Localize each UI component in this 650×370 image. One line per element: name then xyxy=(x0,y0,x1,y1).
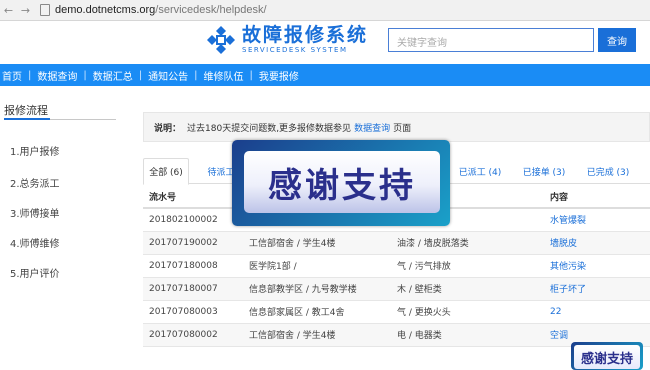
main-nav: 首页 | 数据查询 | 数据汇总 | 通知公告 | 维修队伍 | 我要报修 xyxy=(0,64,650,86)
cell-category: 气 / 更换火头 xyxy=(391,300,544,324)
search-input[interactable]: 关键字查询 xyxy=(388,28,594,52)
thanks-banner-text: 感谢支持 xyxy=(244,151,440,213)
cell-category: 木 / 壁柜类 xyxy=(391,277,544,301)
cell-content-link[interactable]: 22 xyxy=(544,300,650,324)
sidebar-step: 1.用户报修 xyxy=(10,147,60,158)
cell-category: 油漆 / 墙皮脱落类 xyxy=(391,231,544,255)
back-arrow-icon[interactable]: ← xyxy=(4,4,13,17)
nav-separator: | xyxy=(138,69,143,81)
thanks-banner: 感谢支持 xyxy=(232,140,450,226)
table-row[interactable]: 201707190002 工信部宿舍 / 学生4楼 油漆 / 墙皮脱落类 墙脱皮 xyxy=(143,231,650,255)
nav-item-notices[interactable]: 通知公告 xyxy=(146,68,190,83)
col-header-serial: 流水号 xyxy=(143,185,243,209)
browser-address-bar: ← → demo.dotnetcms.org/servicedesk/helpd… xyxy=(0,0,650,21)
cell-content-link[interactable]: 墙脱皮 xyxy=(544,231,650,255)
forward-arrow-icon[interactable]: → xyxy=(21,4,30,17)
sidebar-step: 3.师傅接单 xyxy=(10,209,60,220)
browser-nav-buttons: ← → xyxy=(0,4,34,17)
site-header: 故障报修系统 SERVICEDESK SYSTEM 关键字查询 查询 xyxy=(0,21,650,64)
cell-serial: 201802100002 xyxy=(143,208,243,232)
cell-location: 工信部宿舍 / 学生4楼 xyxy=(243,323,391,347)
thanks-badge-text: 感谢支持 xyxy=(574,345,640,369)
process-sidebar: 报修流程 1.用户报修 2.总务派工 3.师傅接单 4.师傅维修 5.用户评价 xyxy=(0,86,120,370)
cell-serial: 201707180008 xyxy=(143,254,243,278)
cell-serial: 201707190002 xyxy=(143,231,243,255)
url-field[interactable]: demo.dotnetcms.org/servicedesk/helpdesk/ xyxy=(40,2,267,18)
cell-serial: 201707080003 xyxy=(143,300,243,324)
nav-separator: | xyxy=(249,69,253,81)
site-logo[interactable]: 故障报修系统 SERVICEDESK SYSTEM xyxy=(206,25,368,55)
notice-data-query-link[interactable]: 数据查询 xyxy=(354,121,390,134)
nav-separator: | xyxy=(28,69,32,81)
cell-content-link[interactable]: 柜子坏了 xyxy=(544,277,650,301)
table-row[interactable]: 201707080003 信息部家属区 / 教工4舍 气 / 更换火头 22 xyxy=(143,300,650,324)
tab-dispatched[interactable]: 已派工 (4) xyxy=(455,158,505,184)
cell-location: 工信部宿舍 / 学生4楼 xyxy=(243,231,391,255)
notice-text: 过去180天提交问题数,更多报修数据参见 xyxy=(187,123,352,134)
cell-location: 信息部家属区 / 教工4舍 xyxy=(243,300,391,324)
sidebar-step: 5.用户评价 xyxy=(10,269,60,280)
thanks-badge[interactable]: 感谢支持 xyxy=(571,342,643,370)
nav-separator: | xyxy=(194,69,198,81)
url-path: /servicedesk/helpdesk/ xyxy=(155,4,267,16)
table-row[interactable]: 201707180008 医学院1部 / 气 / 污气排放 其他污染 xyxy=(143,254,650,278)
nav-item-home[interactable]: 首页 xyxy=(0,68,24,83)
tab-completed[interactable]: 已完成 (3) xyxy=(583,158,633,184)
cell-serial: 201707180007 xyxy=(143,277,243,301)
cell-category: 电 / 电器类 xyxy=(391,323,544,347)
cell-content-link[interactable]: 水管爆裂 xyxy=(544,208,650,232)
nav-item-report-repair[interactable]: 我要报修 xyxy=(257,68,301,83)
notice-label: 说明： xyxy=(154,123,182,134)
info-notice: 说明： 过去180天提交问题数,更多报修数据参见 数据查询 页面 xyxy=(143,112,650,142)
tab-all[interactable]: 全部 (6) xyxy=(143,158,189,185)
nav-item-repair-team[interactable]: 维修队伍 xyxy=(202,68,246,83)
sidebar-title: 报修流程 xyxy=(4,104,48,117)
tab-accepted[interactable]: 已接单 (3) xyxy=(519,158,569,184)
cell-category: 气 / 污气排放 xyxy=(391,254,544,278)
search-button[interactable]: 查询 xyxy=(598,28,636,52)
table-row[interactable]: 201707180007 信息部教学区 / 九号教学楼 木 / 壁柜类 柜子坏了 xyxy=(143,277,650,301)
sidebar-divider xyxy=(4,118,116,120)
nav-separator: | xyxy=(83,69,87,81)
page-icon xyxy=(40,4,50,16)
sidebar-step: 2.总务派工 xyxy=(10,179,60,190)
logo-title: 故障报修系统 xyxy=(242,24,369,46)
cell-content-link[interactable]: 其他污染 xyxy=(544,254,650,278)
cell-serial: 201707080002 xyxy=(143,323,243,347)
cell-location: 医学院1部 / xyxy=(243,254,391,278)
cell-location: 信息部教学区 / 九号教学楼 xyxy=(243,277,391,301)
logo-icon xyxy=(207,26,235,54)
nav-item-data-query[interactable]: 数据查询 xyxy=(35,68,79,83)
col-header-content: 内容 xyxy=(544,185,650,209)
nav-item-data-summary[interactable]: 数据汇总 xyxy=(91,68,135,83)
logo-subtitle: SERVICEDESK SYSTEM xyxy=(242,46,348,54)
sidebar-step: 4.师傅维修 xyxy=(10,239,60,250)
notice-text-end: 页面 xyxy=(393,123,412,134)
url-host: demo.dotnetcms.org xyxy=(55,4,156,16)
